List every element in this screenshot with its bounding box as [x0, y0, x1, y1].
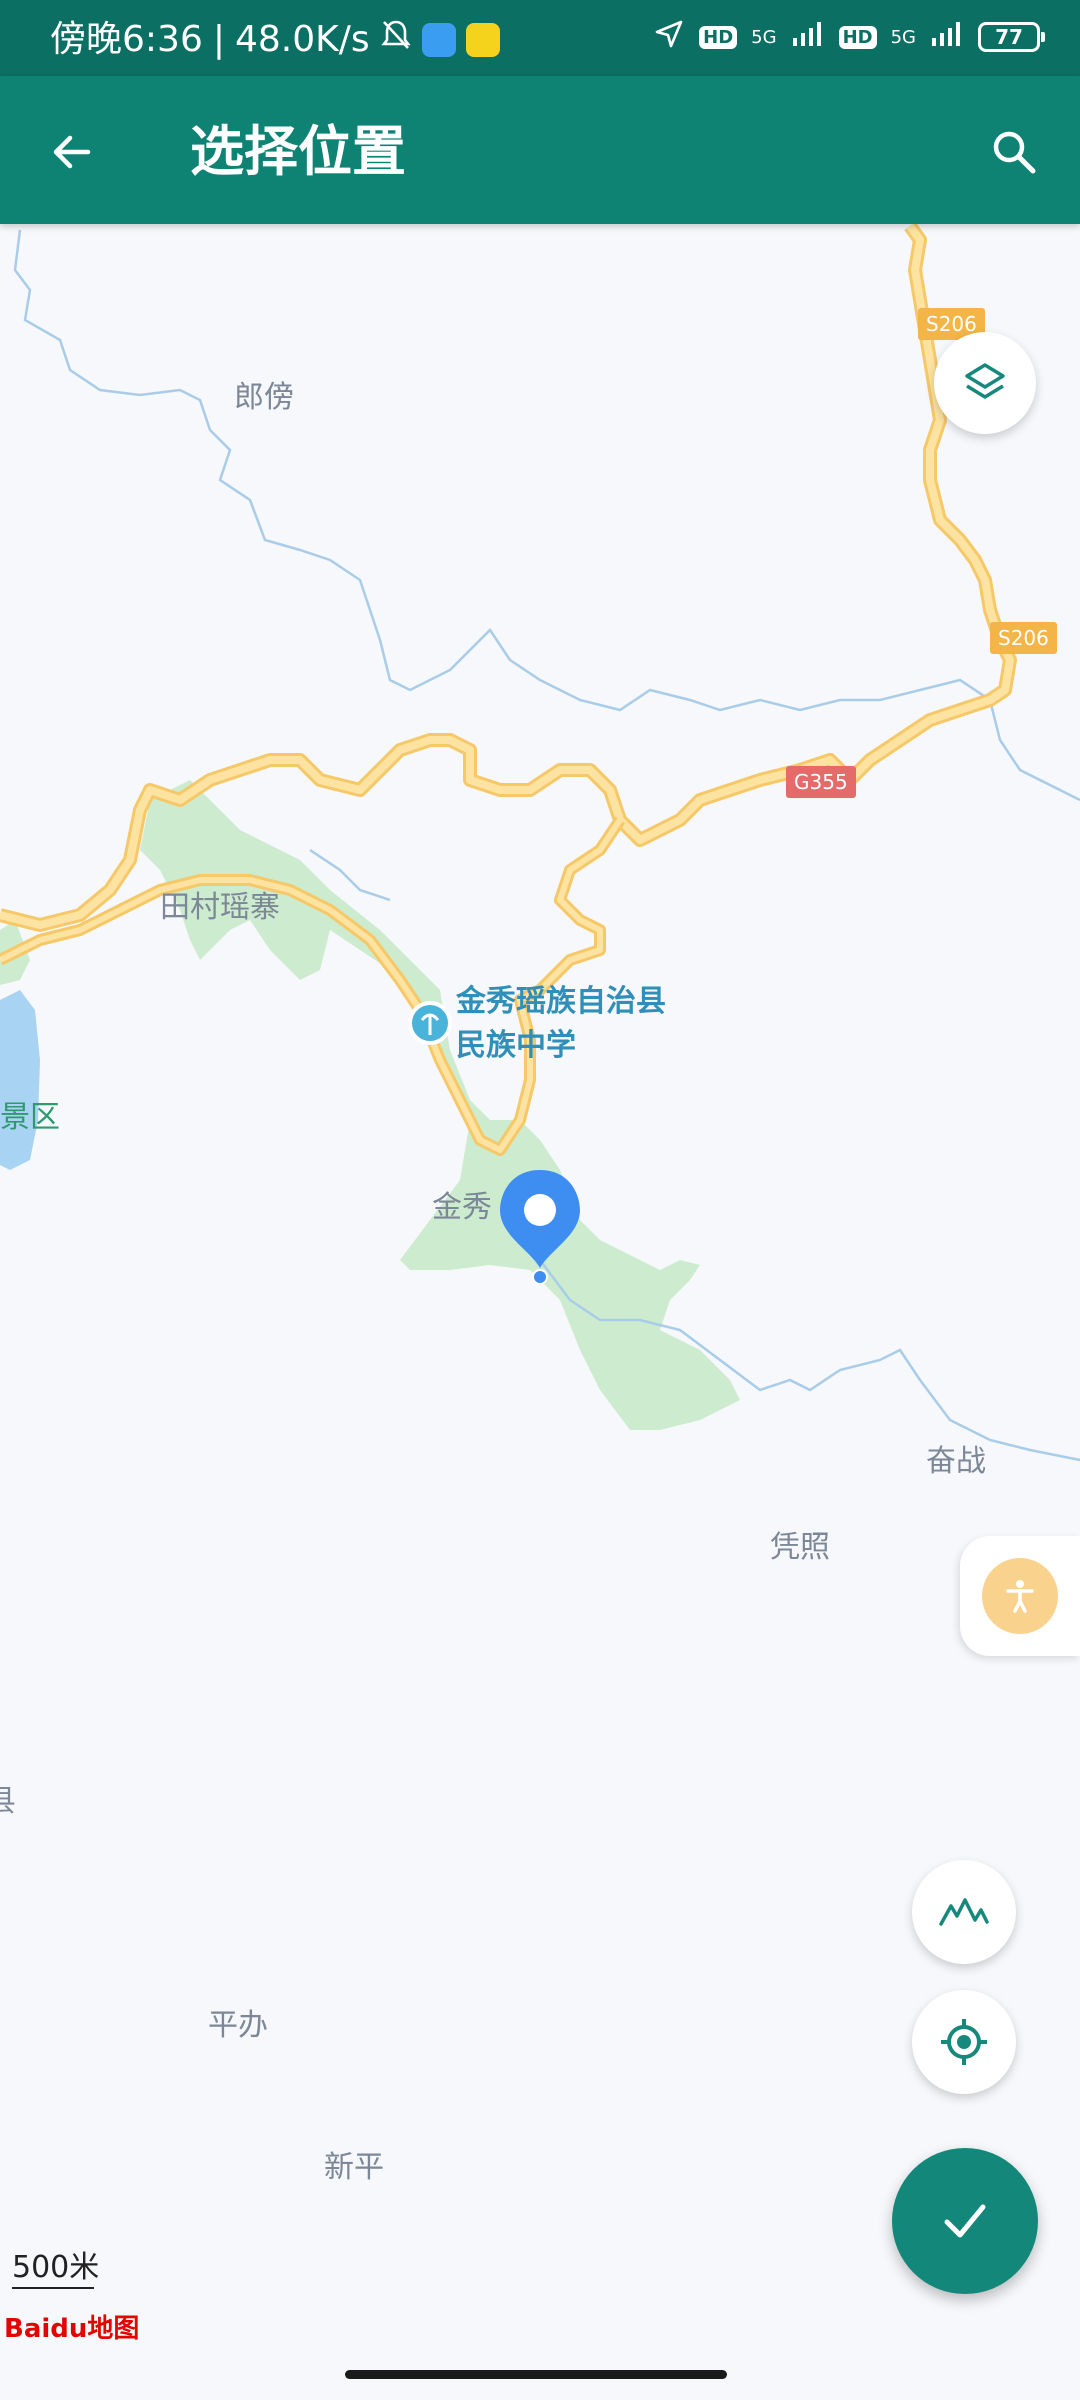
check-icon [944, 2204, 986, 2238]
accessibility-icon [982, 1558, 1058, 1634]
search-icon [993, 131, 1036, 174]
signal-label-2: 5G [890, 26, 916, 48]
app-notification-icon-2 [465, 22, 500, 57]
school-label-line2: 民族中学 [456, 1028, 576, 1063]
road-shield-g355: G355 [786, 766, 856, 798]
location-arrow-icon [653, 18, 685, 56]
place-label-left-edge: 县 [0, 1784, 16, 1819]
map-view[interactable]: 郎傍 田村瑶寨 金秀瑶族自治县 民族中学 景区 金秀 奋战 凭照 县 平办 新平… [0, 224, 1080, 2354]
gesture-navigation-bar[interactable] [345, 2370, 727, 2379]
place-label-tiancun: 田村瑶寨 [160, 890, 280, 925]
signal-label-1: 5G [751, 26, 777, 48]
place-label-jinxiu: 金秀 [432, 1190, 492, 1225]
crosshair-icon [941, 2019, 987, 2065]
status-right: HD 5G HD 5G 77 [653, 18, 1045, 56]
signal-bars-icon [791, 20, 825, 54]
screen: 傍晚6:36 | 48.0K/s HD 5G HD 5G 77 选择位置 郎傍 … [0, 0, 1080, 2400]
place-label-langbang: 郎傍 [234, 380, 294, 415]
hd-badge-2: HD [838, 25, 877, 49]
back-arrow-icon [53, 135, 91, 169]
accessibility-tab[interactable] [960, 1536, 1080, 1656]
map-scale-label: 500米 [12, 2250, 100, 2285]
baidu-map-logo: Baidu地图 [4, 2314, 140, 2344]
back-button[interactable] [36, 116, 108, 188]
status-bar: 傍晚6:36 | 48.0K/s HD 5G HD 5G 77 [0, 0, 1080, 76]
place-label-pingzhao: 凭照 [770, 1530, 830, 1565]
confirm-location-button[interactable] [892, 2148, 1038, 2294]
lake [0, 990, 40, 1170]
status-left: 傍晚6:36 | 48.0K/s [50, 18, 500, 61]
place-label-pingban: 平办 [208, 2008, 268, 2043]
battery-indicator: 77 [978, 22, 1045, 52]
road-shield-s206-mid: S206 [990, 622, 1057, 654]
map-layers-button[interactable] [934, 332, 1036, 434]
status-net-speed: 48.0K/s [234, 18, 370, 60]
muted-bell-icon [380, 18, 412, 61]
scenic-area-label: 景区 [0, 1100, 60, 1135]
school-label-line1: 金秀瑶族自治县 [456, 984, 666, 1019]
place-label-fenzhan: 奋战 [926, 1444, 986, 1479]
signal-bars-icon-2 [930, 20, 964, 54]
app-notification-icon [421, 22, 456, 57]
place-label-xinping: 新平 [324, 2150, 384, 2185]
map-scale-bar [12, 2287, 94, 2289]
app-bar: 选择位置 [0, 76, 1080, 224]
locate-me-button[interactable] [912, 1990, 1016, 2094]
status-time: 傍晚6:36 [50, 18, 203, 60]
terrain-button[interactable] [912, 1860, 1016, 1964]
status-divider: | [212, 18, 225, 60]
page-title: 选择位置 [190, 120, 406, 183]
terrain-icon [939, 1898, 989, 1926]
hd-badge: HD [699, 25, 738, 49]
layers-icon [965, 363, 1005, 399]
search-button[interactable] [978, 116, 1050, 188]
